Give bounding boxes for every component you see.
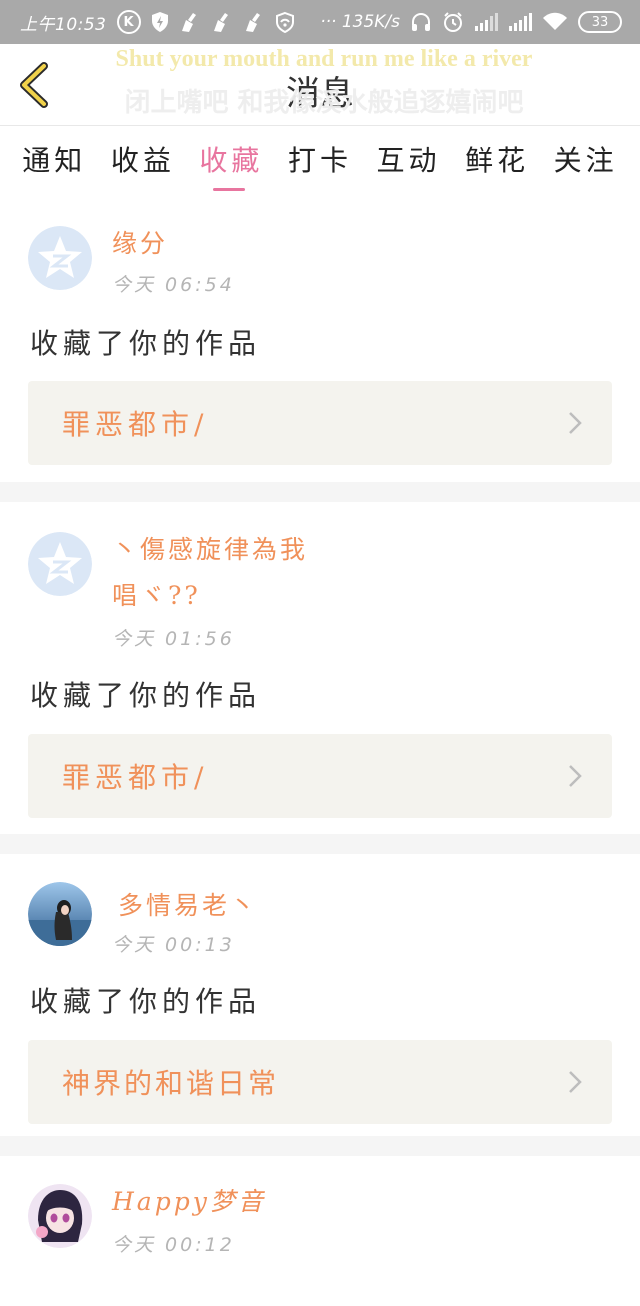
list-item: 缘分 今天 06:54 收藏了你的作品 罪恶都市/ bbox=[0, 196, 640, 482]
tab-earnings[interactable]: 收益 bbox=[111, 127, 175, 191]
tab-notifications[interactable]: 通知 bbox=[22, 127, 86, 191]
avatar[interactable] bbox=[28, 1184, 92, 1248]
floating-lyric-chinese: 闭上嘴吧 和我像溪水般追逐嬉闹吧 bbox=[124, 88, 524, 118]
timestamp: 今天 01:56 bbox=[112, 628, 235, 650]
work-title: 罪恶都市/ bbox=[62, 408, 209, 441]
avatar[interactable] bbox=[28, 882, 92, 946]
wifi-icon bbox=[542, 12, 568, 32]
network-speed: ··· 135K/s bbox=[320, 12, 400, 32]
broom-icon bbox=[179, 11, 201, 33]
message-tabs: 通知 收益 收藏 打卡 互动 鲜花 关注 bbox=[0, 127, 640, 191]
work-link[interactable]: 罪恶都市/ bbox=[28, 381, 612, 465]
work-title: 罪恶都市/ bbox=[62, 761, 209, 794]
status-time: 上午10:53 bbox=[20, 14, 107, 35]
qzone-default-avatar-icon bbox=[28, 226, 92, 290]
timestamp: 今天 06:54 bbox=[112, 274, 235, 296]
chevron-right-icon bbox=[569, 1071, 582, 1093]
list-item: 丶傷感旋律為我 唱ヾ?? 今天 01:56 收藏了你的作品 罪恶都市/ bbox=[0, 502, 640, 834]
divider bbox=[0, 834, 640, 854]
tab-checkin[interactable]: 打卡 bbox=[288, 127, 352, 191]
floating-lyric-english: Shut your mouth and run me like a river bbox=[115, 46, 533, 72]
action-text: 收藏了你的作品 bbox=[30, 327, 262, 360]
status-left: 上午10:53 K bbox=[20, 10, 295, 35]
work-link[interactable]: 神界的和谐日常 bbox=[28, 1040, 612, 1124]
user-name[interactable]: 丶傷感旋律為我 bbox=[112, 532, 308, 568]
chevron-right-icon bbox=[569, 765, 582, 787]
divider bbox=[0, 1136, 640, 1156]
status-bar: 上午10:53 K ··· 135K/s 33 bbox=[0, 0, 640, 44]
girl-photo-avatar-icon bbox=[28, 882, 92, 946]
user-name-continued[interactable]: 唱ヾ?? bbox=[112, 578, 201, 614]
tab-follows[interactable]: 关注 bbox=[554, 127, 618, 191]
tab-favorites[interactable]: 收藏 bbox=[199, 127, 263, 191]
anime-girl-avatar-icon bbox=[28, 1184, 92, 1248]
signal-icon bbox=[508, 12, 532, 32]
action-text: 收藏了你的作品 bbox=[30, 679, 262, 712]
chevron-right-icon bbox=[569, 412, 582, 434]
user-name[interactable]: Happy梦音 bbox=[112, 1184, 266, 1220]
work-link[interactable]: 罪恶都市/ bbox=[28, 734, 612, 818]
list-item: 多情易老丶 今天 00:13 收藏了你的作品 神界的和谐日常 bbox=[0, 854, 640, 1136]
battery-icon: 33 bbox=[578, 11, 622, 33]
alarm-icon bbox=[442, 11, 464, 33]
list-item: Happy梦音 今天 00:12 bbox=[0, 1156, 640, 1306]
user-name[interactable]: 缘分 bbox=[112, 226, 168, 262]
qzone-default-avatar-icon bbox=[28, 532, 92, 596]
divider bbox=[0, 482, 640, 502]
shield-icon bbox=[151, 11, 169, 33]
work-title: 神界的和谐日常 bbox=[62, 1067, 280, 1100]
tab-interactions[interactable]: 互动 bbox=[377, 127, 441, 191]
tab-flowers[interactable]: 鲜花 bbox=[465, 127, 529, 191]
headphones-icon bbox=[410, 11, 432, 33]
signal-icon bbox=[474, 12, 498, 32]
timestamp: 今天 00:13 bbox=[112, 934, 235, 956]
broom-icon bbox=[243, 11, 265, 33]
broom-icon bbox=[211, 11, 233, 33]
favorites-feed: 缘分 今天 06:54 收藏了你的作品 罪恶都市/ 丶傷感旋律為我 唱ヾ?? 今… bbox=[0, 196, 640, 1306]
avatar[interactable] bbox=[28, 226, 92, 290]
timestamp: 今天 00:12 bbox=[112, 1234, 235, 1256]
top-nav-bar: 消息 Shut your mouth and run me like a riv… bbox=[0, 44, 640, 126]
action-text: 收藏了你的作品 bbox=[30, 985, 262, 1018]
avatar[interactable] bbox=[28, 532, 92, 596]
k-icon: K bbox=[116, 10, 141, 34]
vpn-shield-icon bbox=[275, 11, 295, 33]
status-right: ··· 135K/s 33 bbox=[320, 11, 622, 33]
user-name[interactable]: 多情易老丶 bbox=[118, 888, 258, 924]
